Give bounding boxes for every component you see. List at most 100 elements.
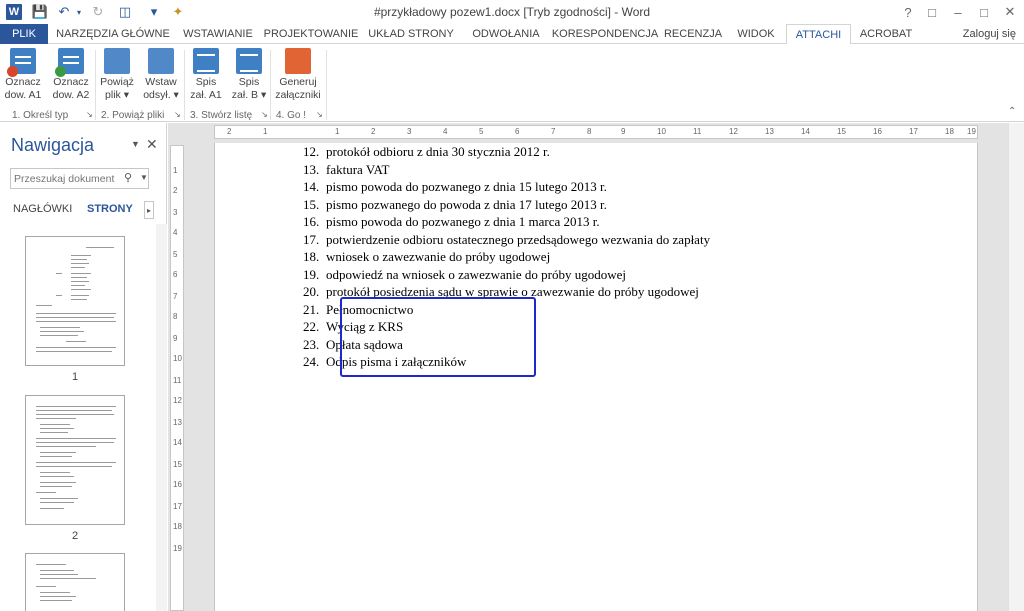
help-icon[interactable]: ? [896, 2, 920, 22]
document-scrollbar[interactable] [1008, 123, 1024, 611]
tab-home[interactable]: NARZĘDZIA GŁÓWNE [52, 24, 174, 44]
button-label: Wstaw [145, 76, 177, 88]
attachment-list-b-button[interactable]: Spis zał. B ▾ [226, 48, 272, 108]
tab-plik[interactable]: PLIK [0, 24, 48, 44]
search-document-input[interactable] [14, 171, 122, 186]
ruler-label: 17 [173, 502, 182, 511]
tab-view[interactable]: WIDOK [728, 24, 784, 44]
maximize-icon[interactable]: □ [972, 2, 996, 22]
ruler-label: 1 [263, 127, 268, 136]
list-item: 19. odpowiedź na wniosek o zawezwanie do … [303, 266, 626, 282]
dialog-launcher-icon[interactable]: ↘ [86, 110, 93, 122]
chain-link-icon [104, 48, 130, 74]
collapse-ribbon-icon[interactable]: ⌃ [1008, 106, 1016, 118]
customize-quick-access-icon[interactable]: ▾ [144, 4, 164, 20]
link-file-button[interactable]: Powiąż plik ▾ [94, 48, 140, 108]
ruler-label: 9 [173, 334, 178, 343]
save-icon[interactable]: 💾 [32, 4, 48, 20]
button-label: załączniki [275, 89, 321, 101]
minimize-icon[interactable]: – [946, 2, 970, 22]
ruler-label: 8 [587, 127, 592, 136]
ruler-label: 11 [693, 127, 702, 136]
button-label: Generuj [279, 76, 317, 88]
ruler-label: 2 [173, 186, 178, 195]
tab-design[interactable]: PROJEKTOWANIE [262, 24, 360, 44]
ruler-label: 7 [551, 127, 556, 136]
mark-evidence-a2-button[interactable]: Oznacz dow. A2 [48, 48, 94, 108]
ruler-label: 19 [173, 544, 182, 553]
page-thumbnail-3[interactable] [25, 553, 125, 611]
group-label-type: 1. Określ typ [12, 110, 69, 121]
ruler-label: 15 [173, 460, 182, 469]
mark-document-icon [55, 48, 84, 77]
ruler-label: 13 [765, 127, 774, 136]
list-icon [193, 48, 219, 74]
document-page[interactable]: 12. protokół odbioru z dnia 30 stycznia 2… [214, 143, 978, 611]
tab-attachi[interactable]: ATTACHI [786, 24, 851, 45]
tab-pages[interactable]: STRONY [87, 203, 133, 215]
list-item: 15. pismo pozwanego do powoda z dnia 17 l… [303, 196, 607, 212]
tab-mailings[interactable]: KORESPONDENCJA [552, 24, 658, 44]
tab-headings[interactable]: NAGŁÓWKI [13, 203, 72, 215]
format-painter-icon[interactable]: ✦ [170, 4, 186, 20]
tab-insert[interactable]: WSTAWIANIE [176, 24, 260, 44]
ruler-label: 15 [837, 127, 846, 136]
list-item: 13. faktura VAT [303, 161, 390, 177]
cross-reference-icon [148, 48, 174, 74]
attachment-list-a1-button[interactable]: Spis zał. A1 [183, 48, 229, 108]
ribbon-display-icon[interactable]: □ [920, 2, 944, 22]
ruler-label: 4 [443, 127, 448, 136]
tab-review[interactable]: RECENZJA [660, 24, 726, 44]
horizontal-ruler[interactable]: 2 1 1 2 3 4 5 6 7 8 9 10 11 12 13 14 15 … [214, 125, 978, 139]
word-app-icon[interactable]: W [6, 4, 22, 20]
dialog-launcher-icon[interactable]: ↘ [261, 110, 268, 122]
dialog-launcher-icon[interactable]: ↘ [174, 110, 181, 122]
more-tabs-icon[interactable]: ▸ [144, 201, 154, 219]
page-thumbnail-2[interactable] [25, 395, 125, 525]
page-thumbnail-1[interactable] [25, 236, 125, 366]
undo-icon[interactable]: ↶ [56, 4, 72, 20]
navigation-pane: Nawigacja ▼ ✕ ⚲ ▼ NAGŁÓWKI STRONY ▸ 1 [0, 123, 167, 611]
navigation-scrollbar[interactable] [156, 224, 167, 611]
list-item: 18. wniosek o zawezwanie do próby ugodowe… [303, 249, 551, 264]
login-link[interactable]: Zaloguj się [963, 24, 1016, 44]
button-label: zał. A1 [190, 89, 222, 101]
ruler-label: 13 [173, 418, 182, 427]
new-document-icon[interactable]: ◫ [114, 4, 136, 20]
ribbon-tabs: PLIK NARZĘDZIA GŁÓWNE WSTAWIANIE PROJEKT… [0, 24, 1024, 45]
paperclip-icon [285, 48, 311, 74]
document-area: 2 1 1 2 3 4 5 6 7 8 9 10 11 12 13 14 15 … [168, 123, 1024, 611]
search-icon[interactable]: ⚲ [124, 171, 132, 184]
insert-reference-button[interactable]: Wstaw odsył. ▾ [138, 48, 184, 108]
ribbon: Oznacz dow. A1 Oznacz dow. A2 Powiąż pli… [0, 44, 1024, 122]
tab-references[interactable]: ODWOŁANIA [462, 24, 550, 44]
ruler-label: 6 [173, 270, 178, 279]
close-pane-icon[interactable]: ✕ [146, 136, 158, 153]
button-label: Spis [238, 76, 260, 88]
ruler-label: 12 [173, 396, 182, 405]
ruler-label: 10 [173, 354, 182, 363]
page-number-2: 2 [71, 530, 79, 542]
button-label: plik ▾ [105, 89, 129, 101]
tab-acrobat[interactable]: ACROBAT [853, 24, 919, 44]
search-dropdown-icon[interactable]: ▼ [140, 173, 148, 182]
navigation-title: Nawigacja [11, 135, 95, 155]
dialog-launcher-icon[interactable]: ↘ [316, 110, 323, 122]
ruler-label: 7 [173, 292, 178, 301]
ruler-label: 5 [173, 250, 178, 259]
generate-attachments-button[interactable]: Generuj załączniki [273, 48, 323, 108]
ruler-label: 19 [967, 127, 976, 136]
pane-options-icon[interactable]: ▼ [131, 139, 140, 149]
page-number-1: 1 [71, 371, 79, 383]
button-label: Oznacz [5, 76, 41, 88]
tab-layout[interactable]: UKŁAD STRONY [362, 24, 460, 44]
undo-dropdown-icon[interactable]: ▾ [74, 4, 84, 20]
ruler-label: 5 [479, 127, 484, 136]
group-label-list: 3. Stwórz listę [190, 110, 253, 121]
ruler-label: 12 [729, 127, 738, 136]
group-label-link: 2. Powiąż pliki [101, 110, 165, 121]
redo-icon[interactable]: ↻ [90, 4, 106, 20]
vertical-ruler[interactable]: 1 2 3 4 5 6 7 8 9 10 11 12 13 14 15 16 1… [170, 145, 184, 611]
mark-evidence-a1-button[interactable]: Oznacz dow. A1 [0, 48, 46, 108]
close-window-icon[interactable]: ✕ [998, 2, 1022, 22]
